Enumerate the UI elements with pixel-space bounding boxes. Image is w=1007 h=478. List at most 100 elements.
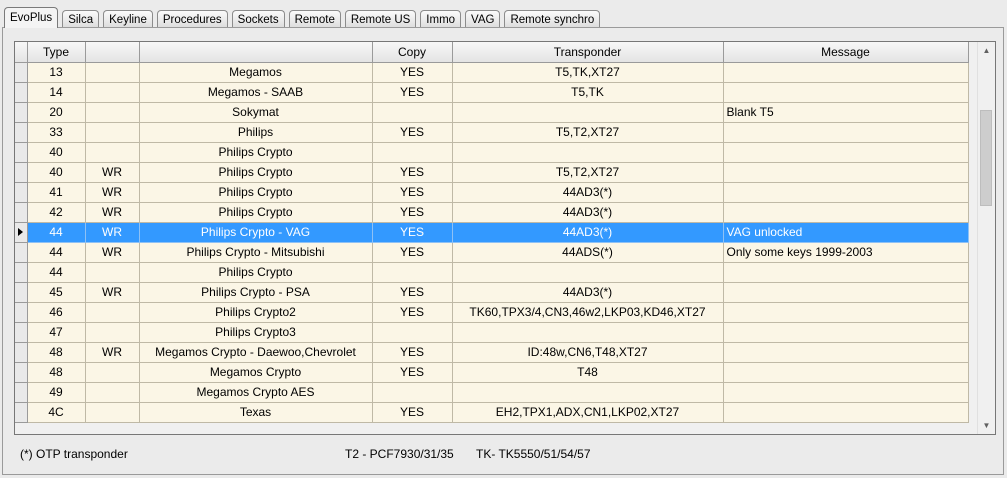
table-row[interactable]: 14 Megamos - SAAB YES T5,TK xyxy=(15,82,969,103)
name-cell[interactable]: Philips Crypto xyxy=(139,262,373,283)
row-indicator[interactable] xyxy=(15,142,28,163)
flag-cell[interactable]: WR xyxy=(85,282,140,303)
transponder-cell[interactable]: T5,TK xyxy=(452,82,724,103)
flag-cell[interactable] xyxy=(85,142,140,163)
copy-cell[interactable]: YES xyxy=(372,362,453,383)
flag-cell[interactable] xyxy=(85,262,140,283)
message-cell[interactable] xyxy=(723,362,969,383)
type-cell[interactable]: 13 xyxy=(27,62,86,83)
flag-cell[interactable]: WR xyxy=(85,202,140,223)
transponder-cell[interactable]: T48 xyxy=(452,362,724,383)
message-cell[interactable] xyxy=(723,322,969,343)
row-indicator[interactable] xyxy=(15,102,28,123)
transponder-cell[interactable]: 44AD3(*) xyxy=(452,202,724,223)
transponder-cell[interactable]: ID:48w,CN6,T48,XT27 xyxy=(452,342,724,363)
tab-sockets[interactable]: Sockets xyxy=(231,10,285,28)
copy-cell[interactable]: YES xyxy=(372,82,453,103)
message-cell[interactable] xyxy=(723,402,969,423)
flag-cell[interactable] xyxy=(85,322,140,343)
flag-cell[interactable]: WR xyxy=(85,242,140,263)
name-cell[interactable]: Texas xyxy=(139,402,373,423)
name-cell[interactable]: Philips Crypto - VAG xyxy=(139,222,373,243)
flag-cell[interactable] xyxy=(85,62,140,83)
flag-cell[interactable] xyxy=(85,302,140,323)
table-row[interactable]: 13 Megamos YES T5,TK,XT27 xyxy=(15,62,969,83)
name-cell[interactable]: Philips xyxy=(139,122,373,143)
table-row[interactable]: 48 WR Megamos Crypto - Daewoo,Chevrolet YES… xyxy=(15,342,969,363)
message-cell[interactable] xyxy=(723,142,969,163)
row-indicator[interactable] xyxy=(15,402,28,423)
flag-cell[interactable]: WR xyxy=(85,182,140,203)
column-header-copy[interactable]: Copy xyxy=(372,42,453,63)
name-cell[interactable]: Philips Crypto2 xyxy=(139,302,373,323)
type-cell[interactable]: 44 xyxy=(27,262,86,283)
transponder-cell[interactable]: EH2,TPX1,ADX,CN1,LKP02,XT27 xyxy=(452,402,724,423)
type-cell[interactable]: 49 xyxy=(27,382,86,403)
row-indicator[interactable] xyxy=(15,322,28,343)
copy-cell[interactable]: YES xyxy=(372,162,453,183)
transponder-cell[interactable]: T5,T2,XT27 xyxy=(452,122,724,143)
transponder-cell[interactable]: T5,T2,XT27 xyxy=(452,162,724,183)
table-row[interactable]: 47 Philips Crypto3 xyxy=(15,322,969,343)
type-cell[interactable]: 41 xyxy=(27,182,86,203)
table-row[interactable]: 40 WR Philips Crypto YES T5,T2,XT27 xyxy=(15,162,969,183)
name-cell[interactable]: Sokymat xyxy=(139,102,373,123)
table-row[interactable]: 33 Philips YES T5,T2,XT27 xyxy=(15,122,969,143)
type-cell[interactable]: 46 xyxy=(27,302,86,323)
flag-cell[interactable] xyxy=(85,102,140,123)
row-indicator[interactable] xyxy=(15,202,28,223)
copy-cell[interactable]: YES xyxy=(372,402,453,423)
transponder-cell[interactable]: 44AD3(*) xyxy=(452,282,724,303)
copy-cell[interactable] xyxy=(372,102,453,123)
type-cell[interactable]: 44 xyxy=(27,242,86,263)
message-cell[interactable] xyxy=(723,162,969,183)
scrollbar-thumb[interactable] xyxy=(980,110,992,206)
name-cell[interactable]: Megamos - SAAB xyxy=(139,82,373,103)
row-indicator[interactable] xyxy=(15,122,28,143)
type-cell[interactable]: 45 xyxy=(27,282,86,303)
row-indicator[interactable] xyxy=(15,282,28,303)
message-cell[interactable] xyxy=(723,122,969,143)
message-cell[interactable] xyxy=(723,182,969,203)
row-indicator[interactable] xyxy=(15,302,28,323)
name-cell[interactable]: Philips Crypto - Mitsubishi xyxy=(139,242,373,263)
name-cell[interactable]: Philips Crypto xyxy=(139,202,373,223)
type-cell[interactable]: 42 xyxy=(27,202,86,223)
table-row[interactable]: 20 Sokymat Blank T5 xyxy=(15,102,969,123)
copy-cell[interactable]: YES xyxy=(372,282,453,303)
message-cell[interactable] xyxy=(723,202,969,223)
message-cell[interactable] xyxy=(723,382,969,403)
column-header-name[interactable] xyxy=(139,42,373,63)
table-row[interactable]: 48 Megamos Crypto YES T48 xyxy=(15,362,969,383)
row-indicator[interactable] xyxy=(15,182,28,203)
copy-cell[interactable] xyxy=(372,322,453,343)
name-cell[interactable]: Philips Crypto xyxy=(139,142,373,163)
row-indicator[interactable] xyxy=(15,362,28,383)
column-header-type[interactable]: Type xyxy=(27,42,86,63)
type-cell[interactable]: 40 xyxy=(27,162,86,183)
type-cell[interactable]: 40 xyxy=(27,142,86,163)
table-row[interactable]: 42 WR Philips Crypto YES 44AD3(*) xyxy=(15,202,969,223)
name-cell[interactable]: Megamos Crypto AES xyxy=(139,382,373,403)
column-header-transponder[interactable]: Transponder xyxy=(452,42,724,63)
transponder-grid[interactable]: Type Copy Transponder Message 13 Megamos Y… xyxy=(14,41,996,435)
type-cell[interactable]: 44 xyxy=(27,222,86,243)
type-cell[interactable]: 48 xyxy=(27,342,86,363)
row-indicator[interactable] xyxy=(15,242,28,263)
copy-cell[interactable]: YES xyxy=(372,202,453,223)
name-cell[interactable]: Philips Crypto3 xyxy=(139,322,373,343)
type-cell[interactable]: 33 xyxy=(27,122,86,143)
row-indicator[interactable] xyxy=(15,162,28,183)
transponder-cell[interactable] xyxy=(452,382,724,403)
copy-cell[interactable]: YES xyxy=(372,222,453,243)
type-cell[interactable]: 4C xyxy=(27,402,86,423)
transponder-cell[interactable]: 44AD3(*) xyxy=(452,182,724,203)
table-row[interactable]: 4C Texas YES EH2,TPX1,ADX,CN1,LKP02,XT27 xyxy=(15,402,969,423)
flag-cell[interactable] xyxy=(85,122,140,143)
tab-vag[interactable]: VAG xyxy=(465,10,501,28)
transponder-cell[interactable] xyxy=(452,262,724,283)
transponder-cell[interactable] xyxy=(452,102,724,123)
flag-cell[interactable] xyxy=(85,362,140,383)
table-row[interactable]: 45 WR Philips Crypto - PSA YES 44AD3(*) xyxy=(15,282,969,303)
row-indicator[interactable] xyxy=(15,62,28,83)
